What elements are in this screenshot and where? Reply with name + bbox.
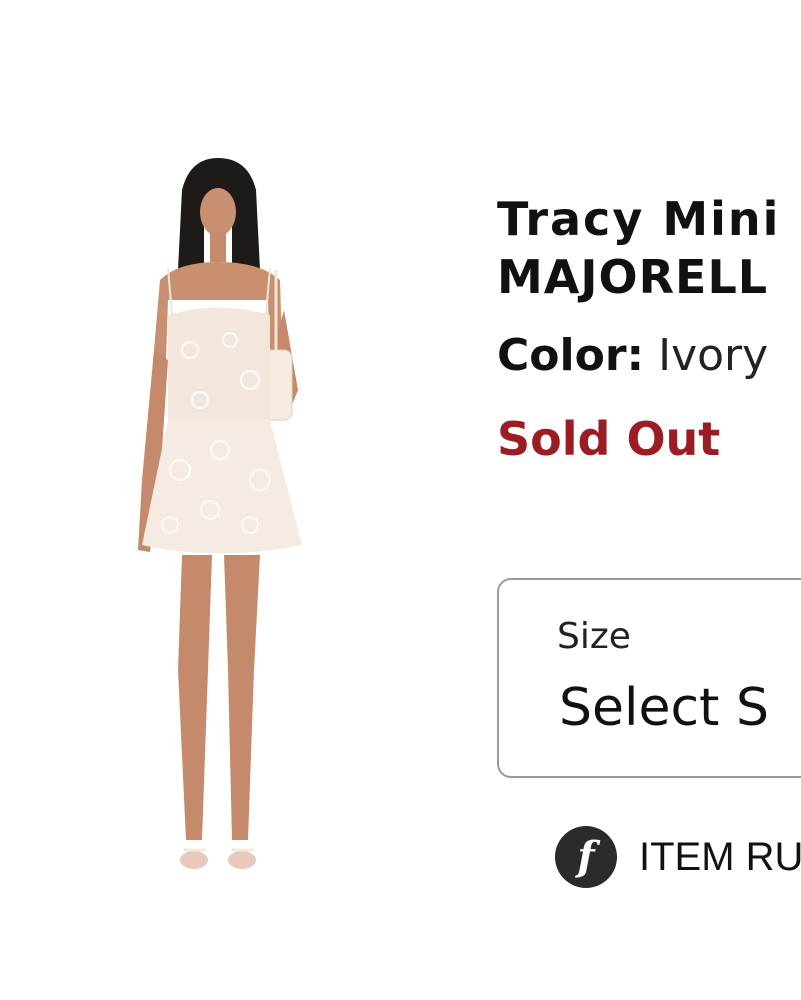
size-select-value: Select S (559, 678, 769, 738)
color-row: Color: Ivory (497, 328, 801, 384)
size-select[interactable]: Size Select S (497, 578, 801, 778)
size-label: Size (557, 616, 631, 657)
product-brand[interactable]: MAJORELL (497, 248, 801, 306)
product-image[interactable] (120, 150, 330, 895)
product-title: Tracy Mini (497, 192, 781, 246)
color-label: Color: (497, 330, 645, 381)
availability-status: Sold Out (497, 412, 721, 466)
product-page: Tracy Mini MAJORELL Color: Ivory Sold Ou… (0, 0, 801, 1000)
fit-info-text: ITEM RU (639, 834, 801, 879)
fit-f-icon: f (555, 826, 617, 888)
product-info: Tracy Mini MAJORELL Color: Ivory Sold Ou… (497, 190, 801, 468)
color-value: Ivory (658, 330, 769, 381)
model-illustration (138, 158, 302, 869)
fit-info-row[interactable]: f ITEM RU (555, 825, 801, 889)
